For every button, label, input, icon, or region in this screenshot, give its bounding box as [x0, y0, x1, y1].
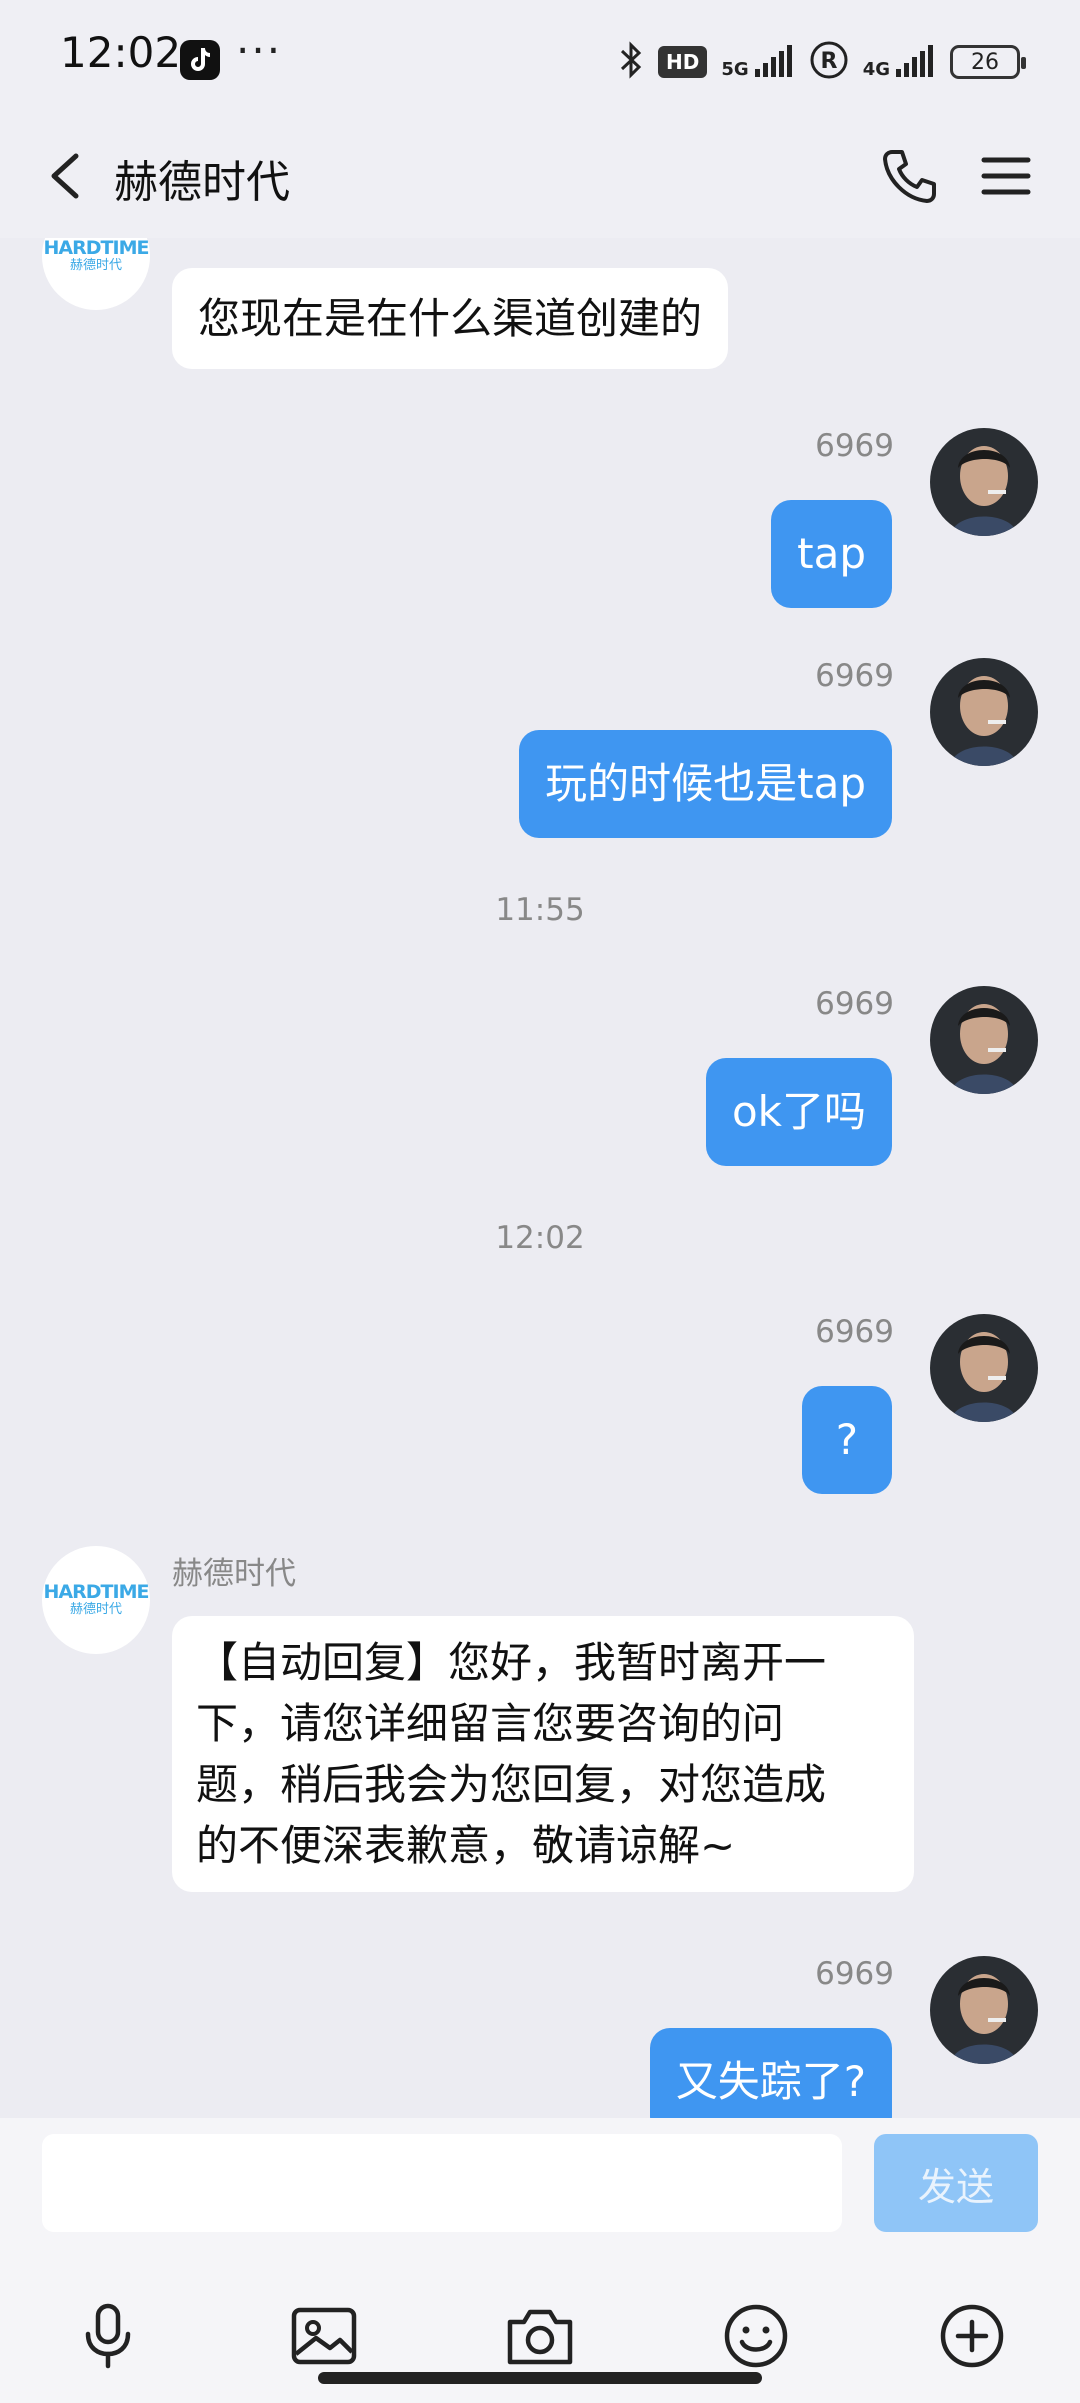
back-button[interactable] [36, 144, 100, 208]
user-avatar[interactable] [930, 1314, 1038, 1422]
status-icons: HD 5G R 4G 26 [618, 38, 1026, 86]
registered-icon: R [809, 40, 849, 84]
camera-icon [507, 2309, 573, 2365]
sender-name: 6969 [815, 428, 894, 464]
status-time: 12:02 [60, 28, 182, 77]
user-avatar[interactable] [930, 986, 1038, 1094]
emoji-icon [724, 2304, 788, 2368]
user-avatar[interactable] [930, 658, 1038, 766]
sender-name: 6969 [815, 658, 894, 694]
chevron-left-icon [51, 153, 79, 199]
sender-name: 6969 [815, 986, 894, 1022]
more-notifications-icon: ··· [236, 26, 283, 75]
message-input[interactable] [42, 2134, 842, 2232]
brand-avatar[interactable]: HARDTIME 赫德时代 [42, 1546, 150, 1654]
timestamp-separator: 12:02 [495, 1220, 585, 1256]
call-button[interactable] [878, 144, 942, 208]
more-button[interactable] [934, 2298, 1010, 2374]
outgoing-message-bubble[interactable]: 又失踪了? [649, 2028, 892, 2118]
incoming-message-bubble[interactable]: 【自动回复】您好，我暂时离开一 下，请您详细留言您要咨询的问 题，稍后我会为您回… [172, 1616, 914, 1892]
sender-name: 赫德时代 [172, 1556, 296, 1592]
signal-5g-icon: 5G [721, 45, 794, 79]
outgoing-message-bubble[interactable]: tap [771, 500, 892, 608]
image-button[interactable] [286, 2298, 362, 2374]
signal-4g-icon: 4G [863, 45, 936, 79]
user-photo-icon [930, 428, 1038, 536]
chat-header: 赫德时代 [0, 120, 1080, 238]
outgoing-message-bubble[interactable]: ok了吗 [705, 1058, 892, 1166]
sender-name: 6969 [815, 1314, 894, 1350]
user-photo-icon [930, 1314, 1038, 1422]
message-list[interactable]: HARDTIME 赫德时代 您现在是在什么渠道创建的 6969 tap 6969… [0, 238, 1080, 2118]
home-indicator[interactable] [318, 2372, 762, 2384]
message-line: 下，请您详细留言您要咨询的问 [196, 1699, 785, 1748]
incoming-message-bubble[interactable]: 您现在是在什么渠道创建的 [172, 268, 729, 369]
hamburger-menu-icon [981, 157, 1031, 195]
send-button[interactable]: 发送 [874, 2134, 1038, 2232]
svg-text:R: R [820, 49, 837, 74]
camera-button[interactable] [502, 2298, 578, 2374]
message-line: 【自动回复】您好，我暂时离开一 [196, 1638, 827, 1687]
phone-icon [883, 150, 936, 203]
chat-title: 赫德时代 [114, 157, 290, 208]
sender-name: 6969 [815, 1956, 894, 1992]
outgoing-message-bubble[interactable]: 玩的时候也是tap [519, 730, 892, 838]
user-photo-icon [930, 1956, 1038, 2064]
brand-avatar[interactable]: HARDTIME 赫德时代 [42, 238, 150, 310]
mic-button[interactable] [70, 2298, 146, 2374]
user-photo-icon [930, 986, 1038, 1094]
outgoing-message-bubble[interactable]: ? [801, 1386, 892, 1494]
timestamp-separator: 11:55 [495, 892, 585, 928]
user-avatar[interactable] [930, 428, 1038, 536]
menu-button[interactable] [974, 144, 1038, 208]
hd-badge: HD [658, 46, 708, 78]
user-photo-icon [930, 658, 1038, 766]
image-icon [291, 2307, 357, 2365]
user-avatar[interactable] [930, 1956, 1038, 2064]
battery-icon: 26 [950, 45, 1026, 79]
message-line: 题，稍后我会为您回复，对您造成 [196, 1760, 827, 1809]
bluetooth-icon [618, 40, 644, 84]
tiktok-icon [180, 40, 220, 80]
status-bar: 12:02 ··· HD 5G R 4G 26 [0, 0, 1080, 120]
mic-icon [85, 2303, 131, 2369]
input-bar: 发送 [0, 2118, 1080, 2403]
plus-icon [940, 2304, 1004, 2368]
emoji-button[interactable] [718, 2298, 794, 2374]
message-line: 的不便深表歉意，敬请谅解~ [196, 1821, 736, 1870]
